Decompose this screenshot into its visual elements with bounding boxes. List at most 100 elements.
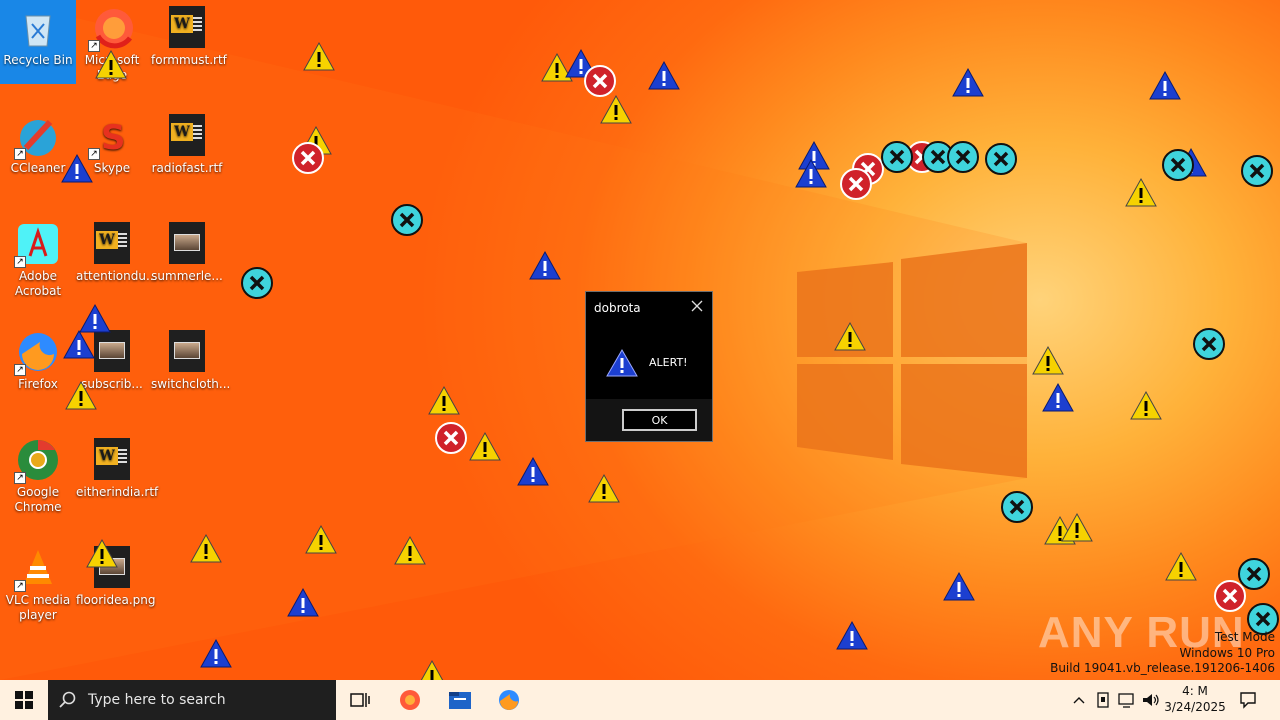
warning-icon [606,348,638,377]
dialog-title: dobrota [594,301,641,315]
warning-icon [1061,512,1093,542]
windows-start-icon [15,691,33,709]
error-icon [584,65,616,97]
search-icon [59,691,76,708]
warning-icon [1032,345,1064,375]
alert-triangle-icon [63,329,95,359]
warning-icon [420,659,444,680]
warning-icon [65,380,97,410]
desktop-icon-label: radiofast.rtf [151,161,223,175]
search-placeholder: Type here to search [88,692,226,708]
image-file-icon [165,330,209,374]
svg-text:S: S [101,118,126,158]
tray-volume-button[interactable] [1140,680,1162,720]
cyan-x-icon [241,267,273,299]
alert-triangle-icon [836,620,868,650]
desktop-icon-acrobat[interactable]: ↗ Adobe Acrobat [0,216,76,299]
tray-network-button[interactable] [1116,680,1138,720]
cyan-x-icon [1162,149,1194,181]
warning-icon [303,41,335,71]
warning-icon [190,533,222,563]
taskbar-edge[interactable] [388,680,432,720]
word-document-icon: W [90,222,134,266]
notification-icon [1240,692,1256,709]
desktop-icon-switchcloth[interactable]: switchcloth... [149,324,231,392]
clock-time: 4: M [1182,684,1208,698]
cyan-x-icon [1001,491,1033,523]
cyan-x-icon [391,204,423,236]
cyan-x-icon [1238,558,1270,590]
ok-button[interactable]: OK [622,409,697,431]
word-document-icon: W [165,6,209,50]
edge-icon [400,690,420,710]
alert-triangle-icon [529,250,561,280]
desktop-icon-eitherindia[interactable]: W eitherindia.rtf [74,432,158,500]
desktop-icon-summerle[interactable]: summerle... [149,216,225,284]
desktop-icon-attentiondu[interactable]: W attentiondu... [74,216,158,284]
desktop-icon-label: summerle... [151,269,223,283]
cyan-x-icon [1193,328,1225,360]
taskbar-firefox[interactable] [487,680,531,720]
error-icon [840,168,872,200]
error-icon [435,422,467,454]
desktop-icon-chrome[interactable]: ↗ Google Chrome [0,432,76,515]
taskbar-file-explorer[interactable] [438,680,482,720]
ccleaner-icon: ↗ [14,114,60,160]
alert-triangle-icon [943,571,975,601]
warning-icon [1130,390,1162,420]
vlc-icon: ↗ [14,546,60,592]
warning-icon [86,538,118,568]
desktop-icon-recycle-bin[interactable]: Recycle Bin [0,0,76,84]
cyan-x-icon [881,141,913,173]
desktop-icon-label: switchcloth... [151,377,231,391]
word-document-icon: W [90,438,134,482]
cyan-x-icon [985,143,1017,175]
taskbar-search-box[interactable]: Type here to search [48,680,336,720]
dialog-button-bar: OK [586,399,712,441]
volume-icon [1143,694,1159,706]
alert-triangle-icon [517,456,549,486]
recycle-bin-icon [16,6,60,50]
acrobat-icon: ↗ [14,222,60,268]
task-view-button[interactable] [340,680,380,720]
action-center-button[interactable] [1232,680,1264,720]
tray-device-button[interactable] [1093,680,1113,720]
device-icon [1097,692,1109,708]
alert-dialog: dobrota ALERT! OK [585,291,713,442]
test-mode-label: Test Mode [1214,630,1275,644]
desktop: Recycle Bin ↗ Microsoft Edge W formmust.… [0,0,1280,680]
error-icon [292,142,324,174]
chrome-icon: ↗ [14,438,60,484]
start-button[interactable] [0,680,48,720]
warning-icon [588,473,620,503]
show-hidden-icons-button[interactable] [1068,680,1090,720]
alert-triangle-icon [795,158,827,188]
firefox-icon [499,690,519,710]
warning-icon [95,49,127,79]
desktop-icon-label: Google Chrome [14,485,62,514]
taskbar: Type here to search 4: M 3/24/2025 [0,680,1280,720]
warning-icon [600,94,632,124]
warning-icon [1125,177,1157,207]
file-explorer-icon [449,692,471,709]
desktop-icon-radiofast[interactable]: W radiofast.rtf [149,108,225,176]
edge-icon: ↗ [88,6,134,52]
desktop-icon-label: attentiondu... [76,269,158,283]
warning-icon [428,385,460,415]
taskbar-clock[interactable]: 4: M 3/24/2025 [1160,680,1230,720]
windows-edition-label: Windows 10 Pro [1179,645,1275,660]
desktop-icon-vlc[interactable]: ↗ VLC media player [0,540,76,623]
build-number-label: Build 19041.vb_release.191206-1406 [1050,661,1275,675]
alert-triangle-icon [952,67,984,97]
desktop-icon-formmust[interactable]: W formmust.rtf [149,0,227,68]
word-document-icon: W [165,114,209,158]
clock-date: 3/24/2025 [1164,700,1226,714]
desktop-icon-label: Recycle Bin [3,53,73,67]
close-icon[interactable] [688,297,706,315]
alert-triangle-icon [61,153,93,183]
image-file-icon [90,330,134,374]
warning-icon [1165,551,1197,581]
alert-triangle-icon [648,60,680,90]
warning-icon [305,524,337,554]
dialog-message: ALERT! [649,356,688,369]
